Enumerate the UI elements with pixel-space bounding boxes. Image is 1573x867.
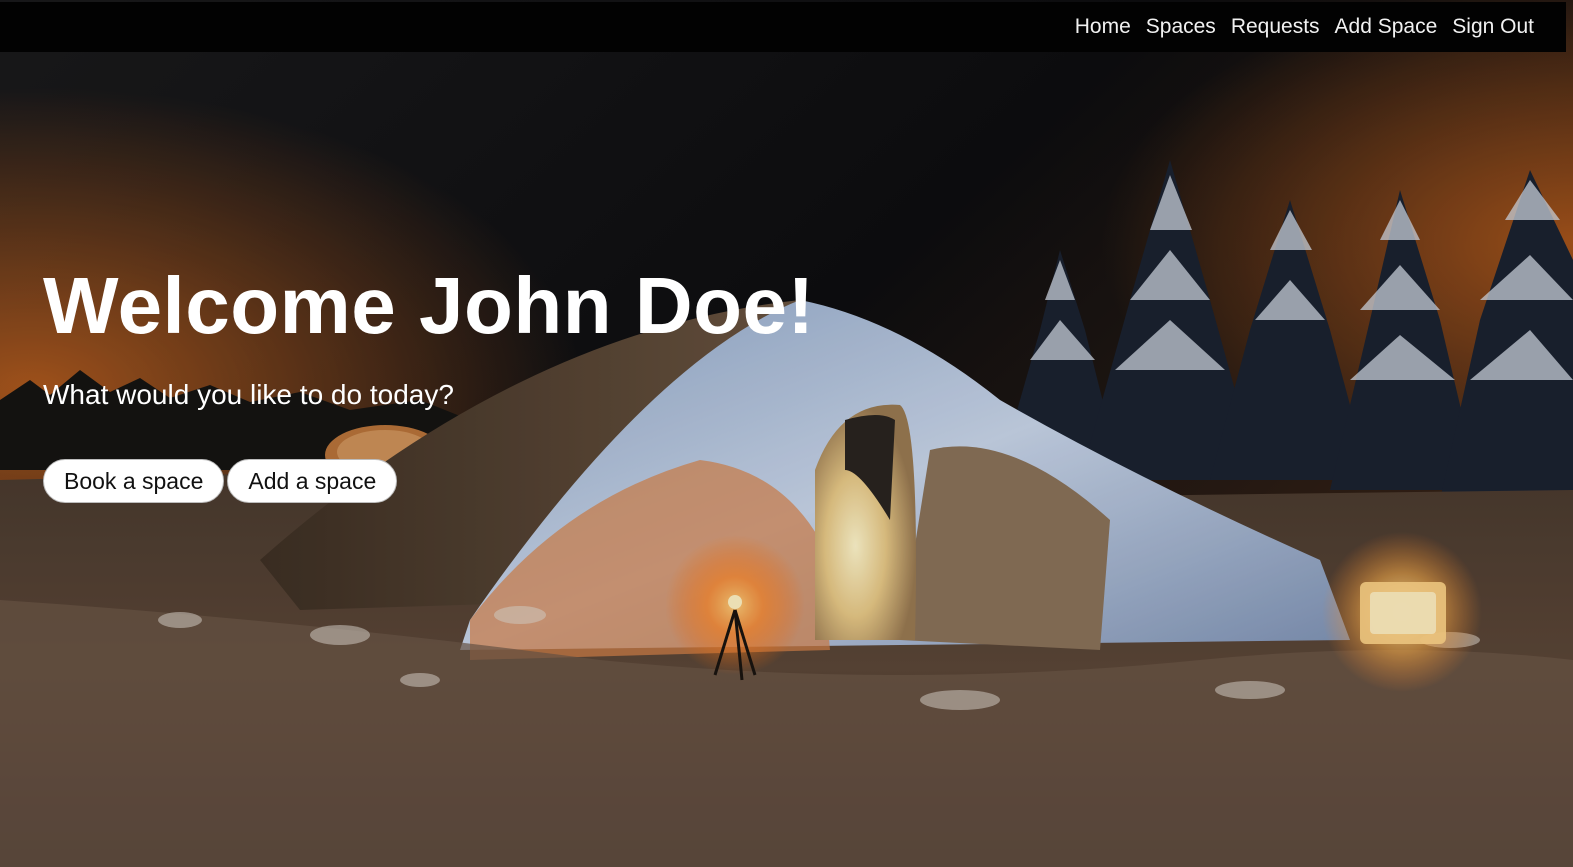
nav-spaces-link[interactable]: Spaces [1146,15,1216,39]
hero-subtitle: What would you like to do today? [43,379,454,410]
nav-add-space-link[interactable]: Add Space [1335,15,1438,39]
welcome-heading: Welcome John Doe! [43,261,815,350]
nav-home-link[interactable]: Home [1075,15,1131,39]
add-a-space-button[interactable]: Add a space [227,459,398,503]
nav-links: Home Spaces Requests Add Space Sign Out [1075,2,1534,52]
hero-button-group: Book a space Add a space [43,459,815,503]
hero-content: Welcome John Doe! What would you like to… [43,262,815,503]
book-a-space-button[interactable]: Book a space [43,459,225,503]
nav-requests-link[interactable]: Requests [1231,15,1320,39]
nav-sign-out-link[interactable]: Sign Out [1452,15,1534,39]
home-page: Home Spaces Requests Add Space Sign Out … [0,0,1573,867]
top-navbar: Home Spaces Requests Add Space Sign Out [0,2,1566,52]
